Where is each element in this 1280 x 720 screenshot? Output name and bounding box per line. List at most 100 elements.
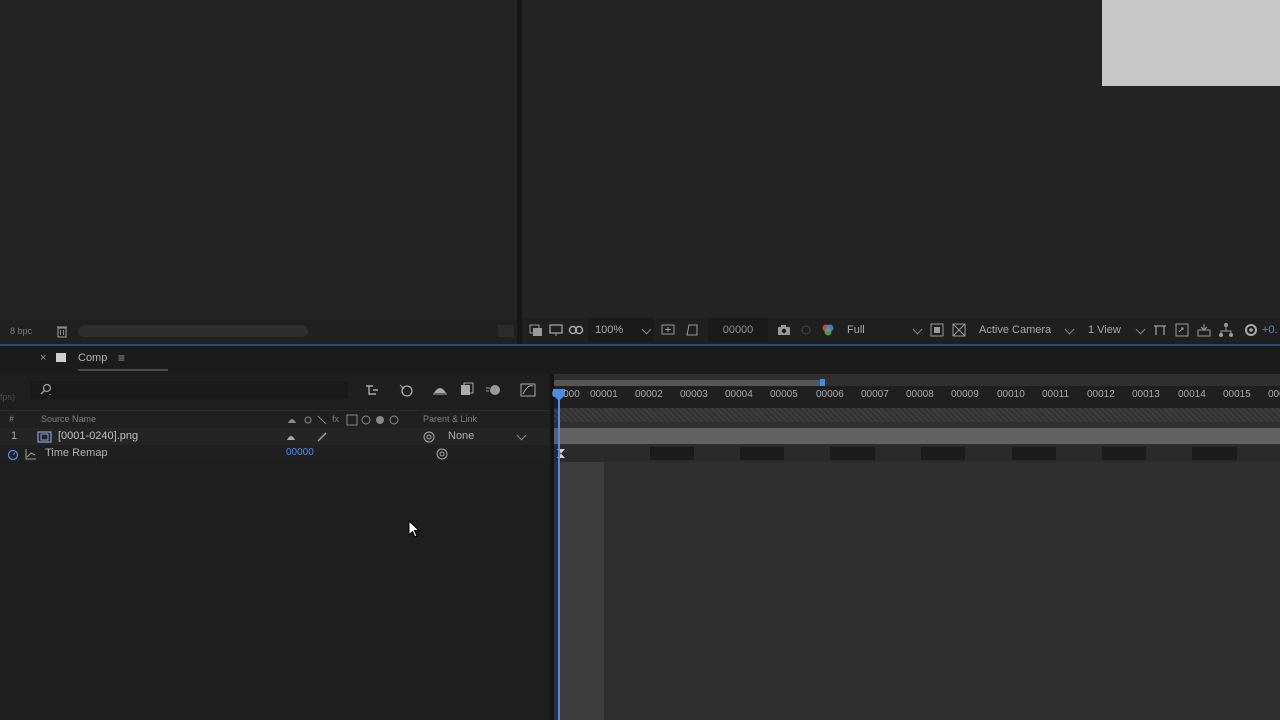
chevron-down-icon xyxy=(516,430,527,441)
resolution-value: Full xyxy=(847,324,865,336)
camera-view-dropdown[interactable]: Active Camera xyxy=(972,318,1076,342)
time-remap-track[interactable] xyxy=(554,445,1280,462)
current-time-field[interactable]: 00000 xyxy=(708,318,768,342)
exposure-value[interactable]: +0. xyxy=(1262,318,1278,342)
mask-visibility-icon[interactable] xyxy=(568,322,584,338)
view-layout-value: 1 View xyxy=(1088,324,1121,336)
camera-icon[interactable] xyxy=(776,322,792,338)
color-channels-icon[interactable] xyxy=(820,322,836,338)
playhead-icon[interactable] xyxy=(552,388,566,402)
shy-switch-icon xyxy=(288,419,296,423)
toggle-pixel-aspect-icon[interactable] xyxy=(1152,322,1168,338)
project-footer: 8 bpc xyxy=(0,320,517,344)
resolution-dropdown[interactable]: Full xyxy=(840,318,926,342)
safe-area-icon[interactable] xyxy=(684,322,700,338)
tick-label: 00012 xyxy=(1087,389,1115,400)
transparency-grid-icon[interactable] xyxy=(951,322,967,338)
comp-mini-flowchart-icon[interactable] xyxy=(364,382,382,398)
frame-block xyxy=(740,447,784,460)
layer-shy-icon[interactable] xyxy=(285,431,297,443)
camera-view-value: Active Camera xyxy=(979,324,1052,336)
project-scroll-end[interactable] xyxy=(498,325,514,337)
tick-label: 00006 xyxy=(816,389,844,400)
monitor-icon[interactable] xyxy=(548,322,564,338)
project-panel xyxy=(0,0,517,346)
layer-index: 1 xyxy=(11,430,18,442)
layer-name[interactable]: [0001-0240].png xyxy=(58,430,138,442)
current-time-indicator[interactable] xyxy=(558,400,560,720)
zoom-dropdown[interactable]: 100% xyxy=(588,318,654,342)
cache-indicator-bar xyxy=(554,408,1280,422)
mouse-cursor-icon xyxy=(408,520,421,538)
tab-underline xyxy=(78,369,168,371)
chevron-down-icon xyxy=(641,324,652,335)
tick-label: 00005 xyxy=(770,389,798,400)
effects-switch-label: fx xyxy=(332,414,340,424)
composition-icon xyxy=(56,353,66,362)
search-icon xyxy=(40,383,52,396)
timeline-tab-bar xyxy=(0,346,1280,374)
time-remap-value[interactable]: 00000 xyxy=(286,447,314,458)
column-parent-header[interactable]: Parent & Link xyxy=(423,414,477,424)
graph-icon[interactable] xyxy=(24,447,38,461)
trash-icon[interactable] xyxy=(55,324,69,338)
reset-exposure-icon[interactable] xyxy=(1243,322,1259,338)
viewer-toolbar: 100% 00000 Full Active Camera 1 View +0. xyxy=(522,318,1280,342)
layer-search-input[interactable] xyxy=(30,381,348,399)
close-icon[interactable]: × xyxy=(40,352,46,364)
region-icon[interactable] xyxy=(528,322,544,338)
layer-quality-icon[interactable] xyxy=(316,431,328,443)
pickwhip-icon[interactable] xyxy=(422,430,436,444)
time-ruler[interactable]: 00000 00001 00002 00003 00004 00005 0000… xyxy=(552,386,1280,408)
tab-comp[interactable]: × Comp ≡ xyxy=(36,346,168,372)
tick-label: 00009 xyxy=(951,389,979,400)
tick-label: 00008 xyxy=(906,389,934,400)
parent-value: None xyxy=(448,430,475,442)
project-scrollbar[interactable] xyxy=(78,325,308,337)
timeline-graph-area[interactable] xyxy=(554,374,1280,720)
column-source-name-header[interactable]: Source Name xyxy=(41,414,96,424)
switch-icons-group xyxy=(346,414,399,426)
frame-block xyxy=(830,447,875,460)
hide-shy-layers-icon[interactable] xyxy=(431,382,449,398)
frame-block xyxy=(1012,447,1056,460)
frame-block xyxy=(650,447,694,460)
graph-editor-icon[interactable] xyxy=(519,382,537,398)
tick-label: 00003 xyxy=(680,389,708,400)
tick-label: 000 xyxy=(1268,389,1280,400)
tick-label: 00014 xyxy=(1178,389,1206,400)
column-header-row: # Source Name fx Parent & Link xyxy=(0,410,550,430)
frame-block xyxy=(1102,447,1146,460)
tick-label: 00010 xyxy=(997,389,1025,400)
layer-duration-bar[interactable] xyxy=(554,428,1280,444)
tick-label: 00011 xyxy=(1042,389,1070,400)
view-layout-dropdown[interactable]: 1 View xyxy=(1082,318,1148,342)
tick-label: 00013 xyxy=(1132,389,1160,400)
region-of-interest-icon[interactable] xyxy=(929,322,945,338)
draft-3d-icon[interactable] xyxy=(397,382,415,398)
bpc-label[interactable]: 8 bpc xyxy=(10,326,32,336)
show-snapshot-icon[interactable] xyxy=(798,322,814,338)
tick-label: 00015 xyxy=(1223,389,1251,400)
panel-menu-icon[interactable]: ≡ xyxy=(118,351,125,365)
timeline-icon[interactable] xyxy=(1196,322,1212,338)
chevron-down-icon xyxy=(1064,324,1075,335)
property-pickwhip-icon[interactable] xyxy=(435,447,449,461)
frame-blending-icon[interactable] xyxy=(458,382,476,398)
quality-switch-icon xyxy=(317,415,327,425)
fast-previews-icon[interactable] xyxy=(1174,322,1190,338)
layer-row[interactable]: 1 [0001-0240].png None xyxy=(0,428,550,445)
time-remap-row[interactable]: Time Remap 00000 xyxy=(0,445,550,462)
column-number-header[interactable]: # xyxy=(9,414,14,424)
parent-dropdown[interactable]: None xyxy=(442,429,532,444)
tick-label: 00001 xyxy=(590,389,618,400)
flowchart-icon[interactable] xyxy=(1218,322,1234,338)
tick-label: 00002 xyxy=(635,389,663,400)
stopwatch-icon[interactable] xyxy=(6,447,20,461)
fit-icon[interactable] xyxy=(660,322,676,338)
frame-block xyxy=(1192,447,1237,460)
motion-blur-icon[interactable] xyxy=(484,382,502,398)
composition-preview xyxy=(1102,0,1280,86)
composition-viewer[interactable] xyxy=(522,0,1280,318)
collapse-switch-icon xyxy=(304,416,312,424)
